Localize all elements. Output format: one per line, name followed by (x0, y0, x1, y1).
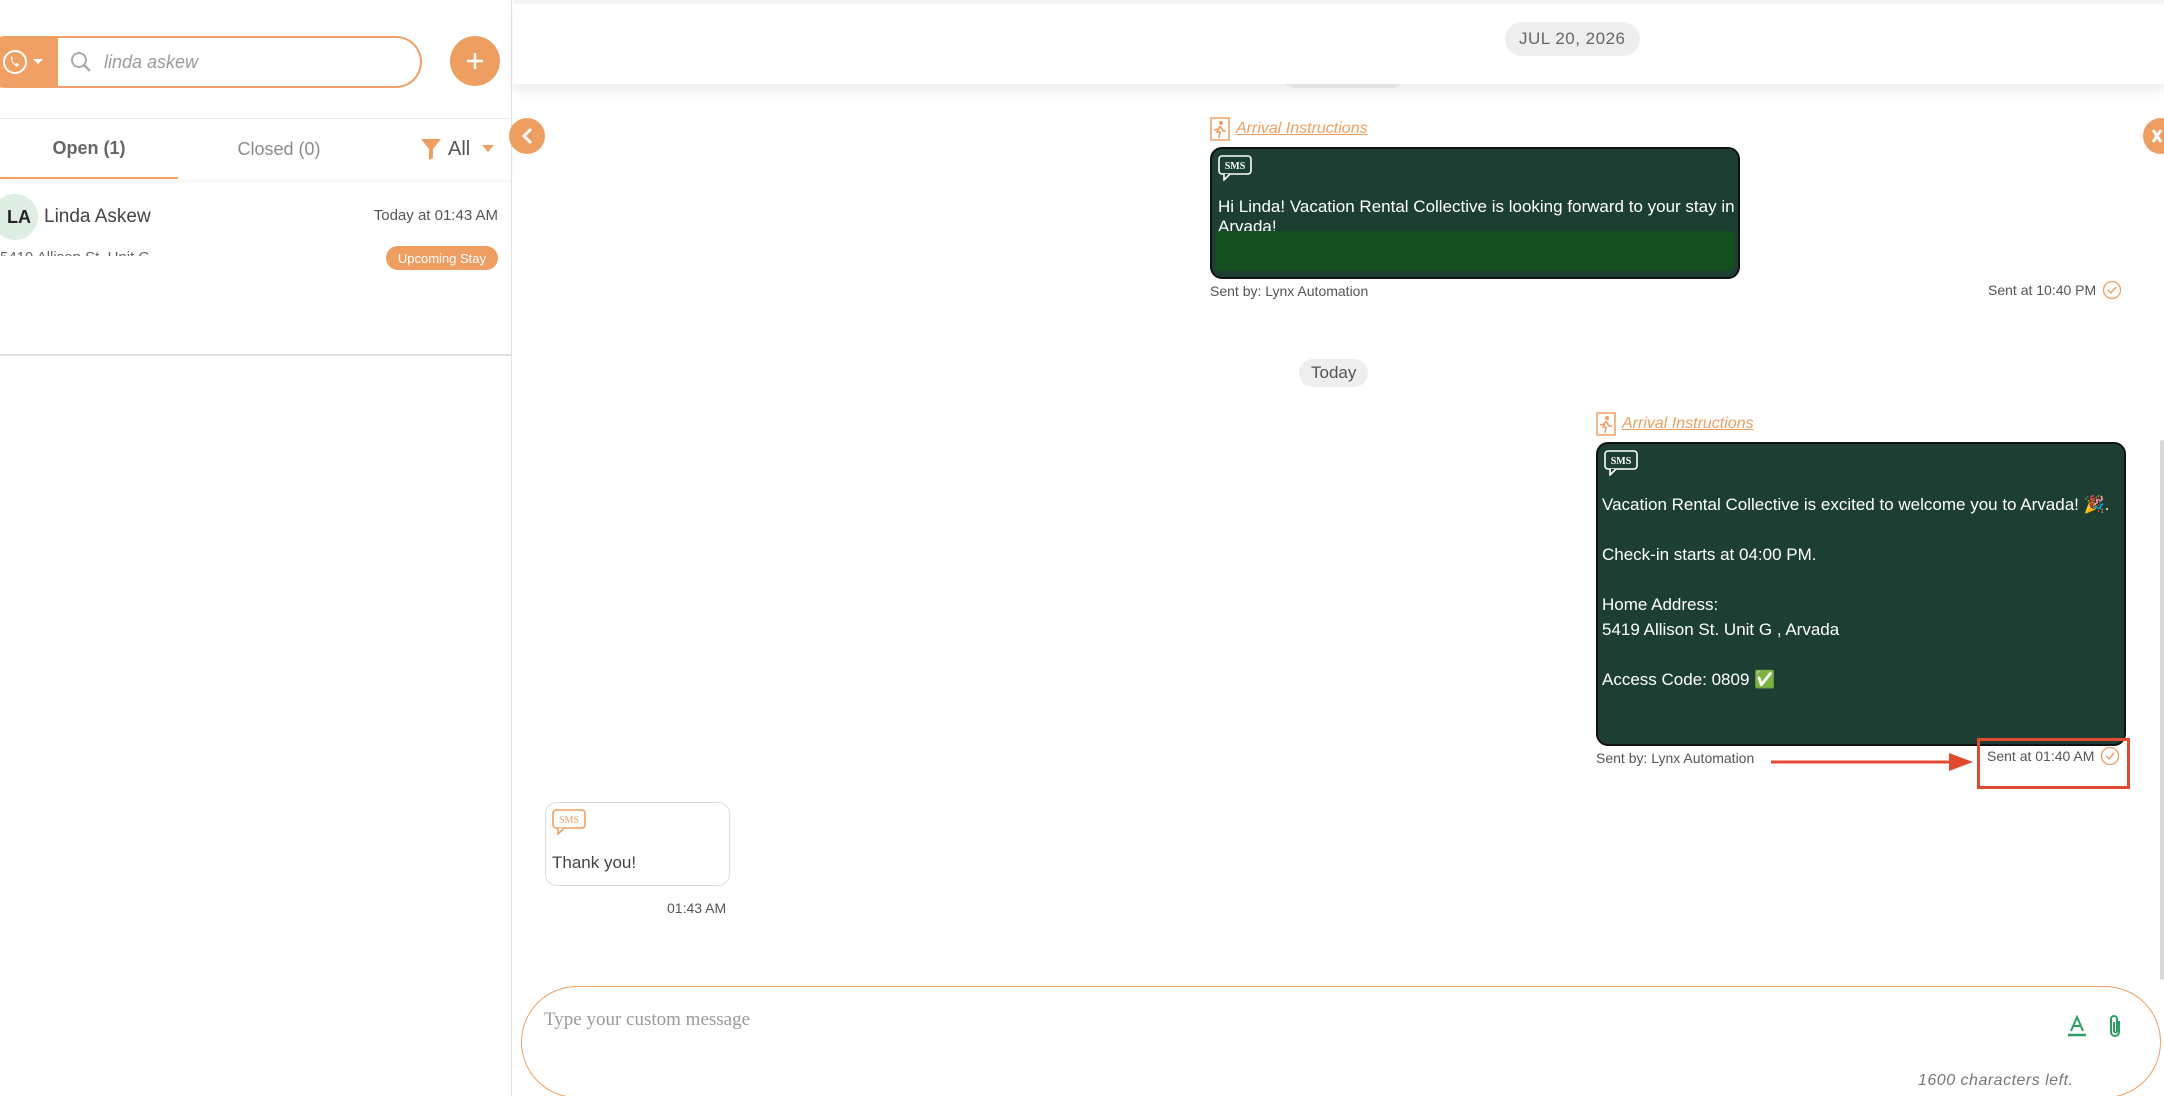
composer-tools (2066, 1013, 2124, 1039)
message-tag: Arrival Instructions (1210, 117, 1368, 141)
search-icon (71, 52, 91, 72)
message-line: Home Address: (1602, 595, 1719, 614)
sent-by: Sent by: Lynx Automation (1210, 283, 1369, 299)
channel-dropdown-button[interactable] (0, 36, 60, 88)
message-text: Thank you! (552, 853, 637, 872)
sms-label: SMS (1225, 161, 1246, 172)
chat-header: JUL 20, 2026 (513, 0, 2164, 84)
character-counter: 1600 characters left. (1918, 1072, 2074, 1089)
received-time: 01:43 AM (667, 900, 727, 916)
message-link-preview (1216, 231, 1734, 271)
conversation-preview: 5419 Allison St. Unit G , Arvada (0, 248, 200, 256)
conversation-list-item[interactable]: LA Linda Askew Today at 01:43 AM 5419 Al… (0, 184, 512, 356)
chevron-left-icon (521, 127, 533, 145)
status-badge: Upcoming Stay (385, 246, 498, 270)
message-line: Check-in starts at 04:00 PM. (1602, 545, 1817, 564)
paperclip-icon[interactable] (2106, 1013, 2124, 1039)
sms-label: SMS (1611, 456, 1632, 467)
message-line: 5419 Allison St. Unit G , Arvada (1602, 620, 1840, 639)
annotation-highlight-box (1977, 738, 2130, 789)
filter-dropdown[interactable]: All (420, 137, 495, 161)
message-line (1602, 517, 2110, 542)
close-icon (2151, 129, 2163, 143)
message-tag: Arrival Instructions (1596, 412, 1754, 436)
check-circle-icon (2103, 280, 2122, 300)
incoming-message-bubble: SMS Thank you! (545, 802, 730, 886)
message-composer[interactable]: Type your custom message (521, 986, 2161, 1096)
annotation-arrow (1771, 753, 1973, 771)
message-tag-link[interactable]: Arrival Instructions (1236, 120, 1368, 138)
conversation-tabs: Open (1) Closed (0) All (0, 118, 512, 180)
chevron-down-icon (33, 59, 43, 64)
sent-status: Sent at 10:40 PM (1988, 280, 2122, 300)
today-divider: Today (1299, 359, 1369, 387)
message-line: Access Code: 0809 ✅ (1602, 670, 1776, 689)
caret-down-icon (482, 145, 495, 152)
sms-label: SMS (559, 815, 579, 826)
app-root: Open (1) Closed (0) All LA Linda Askew T… (0, 0, 2164, 1096)
person-walking-icon (1596, 412, 1616, 436)
sms-icon: SMS (552, 809, 586, 835)
phone-icon (3, 50, 27, 74)
date-divider: JUL 20, 2026 (1505, 22, 1640, 56)
outgoing-message-bubble: SMS Hi Linda! Vacation Rental Collective… (1210, 147, 1740, 279)
message-tag-link[interactable]: Arrival Instructions (1622, 415, 1754, 433)
tab-open[interactable]: Open (1) (0, 119, 178, 179)
message-line (1602, 567, 2110, 592)
sms-icon: SMS (1604, 450, 1638, 476)
sent-time: Sent at 10:40 PM (1988, 282, 2097, 298)
search-row (0, 36, 512, 88)
conversation-time: Today at 01:43 AM (373, 207, 498, 224)
expand-details-button[interactable] (2143, 118, 2164, 154)
contact-name: Linda Askew (44, 206, 151, 227)
filter-label: All (448, 137, 471, 160)
message-line: Vacation Rental Collective is excited to… (1602, 495, 2110, 514)
message-line (1602, 642, 2110, 667)
search-input[interactable] (104, 51, 384, 73)
conversation-sidebar: Open (1) Closed (0) All LA Linda Askew T… (0, 0, 512, 1096)
sms-icon: SMS (1218, 155, 1252, 181)
chat-scrollbar[interactable] (2160, 440, 2164, 980)
outgoing-message-bubble: SMS Vacation Rental Collective is excite… (1596, 442, 2126, 746)
search-field[interactable] (58, 36, 422, 88)
avatar: LA (0, 194, 38, 240)
font-color-icon[interactable] (2066, 1015, 2088, 1037)
collapse-sidebar-button[interactable] (509, 118, 545, 154)
person-walking-icon (1210, 117, 1230, 141)
composer-placeholder: Type your custom message (544, 1009, 751, 1030)
chat-panel: JUL 20, 2026 Arrival Instructions SMS Hi… (509, 0, 2164, 1096)
tab-closed[interactable]: Closed (0) (190, 119, 368, 179)
add-conversation-button[interactable] (450, 36, 500, 86)
message-text: Vacation Rental Collective is excited to… (1602, 492, 2110, 692)
plus-icon (467, 53, 483, 69)
filter-icon (421, 139, 441, 160)
sent-by: Sent by: Lynx Automation (1596, 750, 1755, 766)
